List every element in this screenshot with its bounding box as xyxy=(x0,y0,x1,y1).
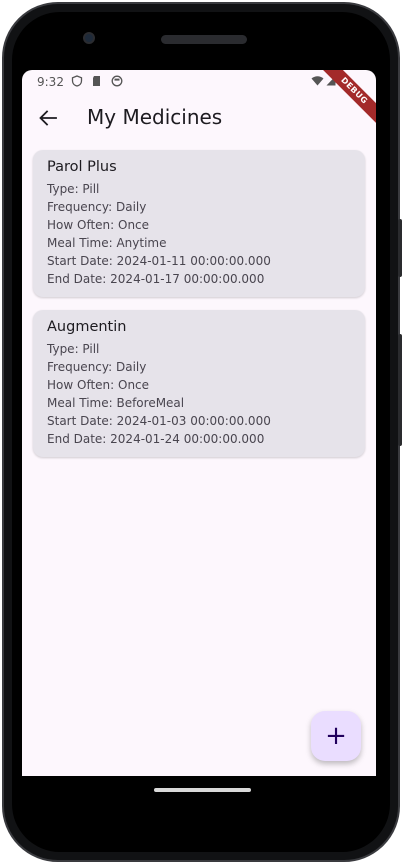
sd-card-icon xyxy=(93,76,100,86)
back-button[interactable] xyxy=(34,104,62,132)
earpiece-speaker xyxy=(161,35,247,44)
medicine-frequency: Frequency: Daily xyxy=(47,360,147,374)
plus-icon: + xyxy=(325,721,347,751)
page-title: My Medicines xyxy=(87,105,223,129)
medicine-name: Parol Plus xyxy=(47,159,117,175)
power-button xyxy=(398,334,402,446)
medicine-name: Augmentin xyxy=(47,319,127,335)
status-time: 9:32 xyxy=(37,75,64,89)
medicine-type: Type: Pill xyxy=(47,342,100,356)
volume-button xyxy=(398,219,402,277)
medicine-frequency: Frequency: Daily xyxy=(47,200,147,214)
medicine-meal-time: Meal Time: BeforeMeal xyxy=(47,396,185,410)
medicine-card[interactable]: Augmentin Type: Pill Frequency: Daily Ho… xyxy=(33,310,365,457)
medicine-list: Parol Plus Type: Pill Frequency: Daily H… xyxy=(33,150,365,470)
medicine-how-often: How Often: Once xyxy=(47,378,150,392)
medicine-end-date: End Date: 2024-01-24 00:00:00.000 xyxy=(47,432,265,446)
medicine-end-date: End Date: 2024-01-17 00:00:00.000 xyxy=(47,272,265,286)
medicine-card[interactable]: Parol Plus Type: Pill Frequency: Daily H… xyxy=(33,150,365,297)
app-bar: My Medicines xyxy=(22,94,376,142)
medicine-type: Type: Pill xyxy=(47,182,100,196)
front-camera xyxy=(83,32,95,44)
app-screen: 9:32 DEBUG My Medicines Parol Plus Type:… xyxy=(22,70,376,776)
wifi-icon xyxy=(311,76,324,86)
gesture-home-bar[interactable] xyxy=(154,788,251,792)
medicine-how-often: How Often: Once xyxy=(47,218,150,232)
shield-icon xyxy=(71,75,83,87)
face-icon xyxy=(111,75,123,87)
add-medicine-button[interactable]: + xyxy=(311,711,361,761)
medicine-meal-time: Meal Time: Anytime xyxy=(47,236,167,250)
arrow-back-icon xyxy=(39,110,57,126)
medicine-start-date: Start Date: 2024-01-11 00:00:00.000 xyxy=(47,254,271,268)
status-bar: 9:32 DEBUG xyxy=(22,70,376,132)
medicine-start-date: Start Date: 2024-01-03 00:00:00.000 xyxy=(47,414,271,428)
